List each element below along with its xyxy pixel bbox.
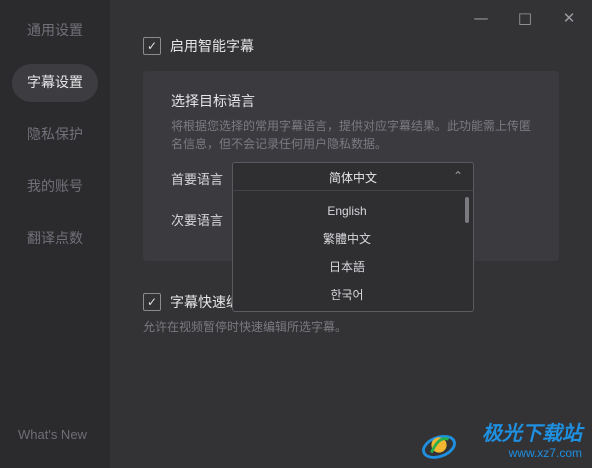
primary-language-label: 首要语言: [171, 173, 224, 188]
minimize-icon[interactable]: —: [468, 6, 494, 30]
sidebar-item-privacy[interactable]: 隐私保护: [12, 116, 98, 154]
option-traditional-chinese[interactable]: 繁體中文: [233, 225, 461, 253]
option-english[interactable]: English: [233, 197, 461, 225]
sidebar-item-general[interactable]: 通用设置: [12, 12, 98, 50]
sidebar-item-subtitles[interactable]: 字幕设置: [12, 64, 98, 102]
sidebar-item-translation-points[interactable]: 翻译点数: [12, 220, 98, 258]
panel-title: 选择目标语言: [171, 94, 255, 110]
quick-edit-hint: 允许在视频暂停时快速编辑所选字幕。: [143, 320, 348, 334]
secondary-language-label: 次要语言: [171, 214, 224, 229]
smart-subtitle-checkbox[interactable]: ✓: [143, 37, 161, 55]
chevron-up-icon: ⌃: [452, 169, 463, 183]
smart-subtitle-label: 启用智能字幕: [170, 39, 254, 55]
sidebar-item-account[interactable]: 我的账号: [12, 168, 98, 206]
dropdown-scrollbar[interactable]: [465, 197, 469, 223]
sidebar: 通用设置 字幕设置 隐私保护 我的账号 翻译点数 What's New: [0, 0, 111, 468]
language-dropdown: English 繁體中文 日本語 한국어: [232, 190, 474, 312]
quick-edit-label: 字幕快速编辑: [170, 295, 232, 311]
option-japanese[interactable]: 日本語: [233, 253, 461, 281]
quick-edit-checkbox[interactable]: ✓: [143, 293, 161, 311]
panel-description: 将根据您选择的常用字幕语言，提供对应字幕结果。此功能需上传匿名信息，但不会记录任…: [171, 119, 532, 151]
primary-language-select[interactable]: 简体中文 ⌃: [232, 162, 474, 191]
watermark-url: www.xz7.com: [508, 446, 582, 460]
watermark: 极光下载站 www.xz7.com: [482, 417, 582, 460]
maximize-icon[interactable]: □: [512, 6, 538, 30]
whats-new-link[interactable]: What's New: [18, 427, 87, 442]
close-icon[interactable]: ✕: [556, 6, 582, 30]
watermark-title: 极光下载站: [482, 423, 582, 445]
option-korean[interactable]: 한국어: [233, 281, 461, 309]
primary-language-value: 简体中文: [328, 171, 377, 185]
watermark-logo-icon: [422, 434, 456, 459]
